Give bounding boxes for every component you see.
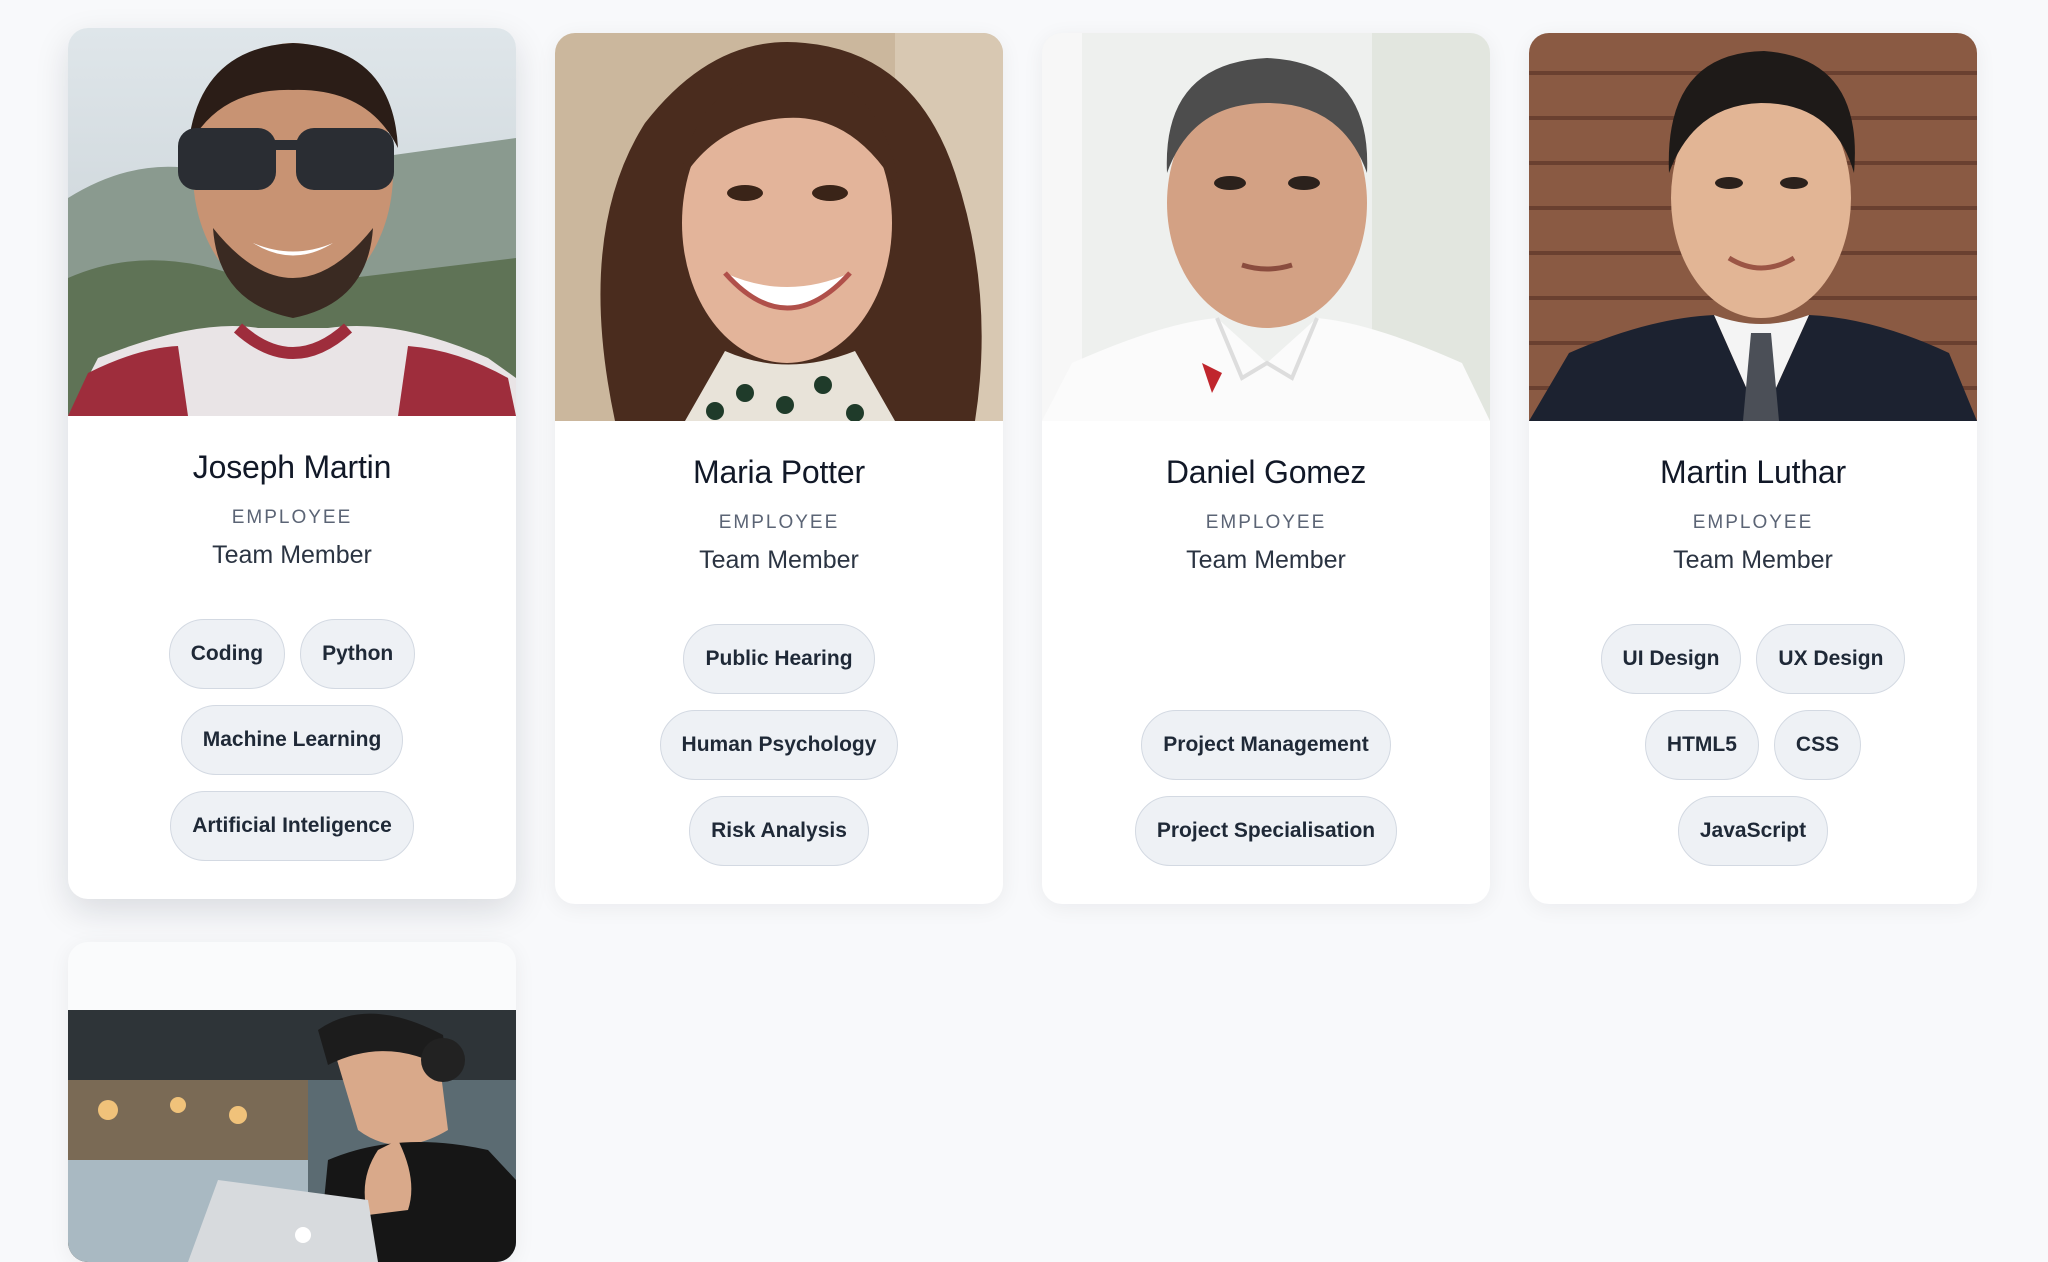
- skill-tag[interactable]: Project Management: [1141, 710, 1391, 780]
- skill-tag[interactable]: Public Hearing: [683, 624, 875, 694]
- member-role: EMPLOYEE: [1692, 512, 1814, 533]
- tag-row: Coding Python: [68, 619, 516, 691]
- profile-photo: [68, 1010, 516, 1262]
- skill-tag[interactable]: CSS: [1773, 710, 1862, 780]
- tag-row: Public Hearing: [555, 624, 1003, 696]
- member-title: Team Member: [1673, 546, 1833, 574]
- profile-photo: [555, 33, 1003, 421]
- skill-tags: Coding Python Machine Learning Artificia…: [68, 619, 516, 877]
- skill-tag[interactable]: Risk Analysis: [689, 796, 869, 866]
- profile-photo: [1529, 33, 1977, 421]
- tag-row: Risk Analysis: [555, 796, 1003, 868]
- member-name: Maria Potter: [693, 454, 865, 490]
- profile-photo: [68, 28, 516, 416]
- member-name: Daniel Gomez: [1165, 454, 1367, 490]
- tag-row: Human Psychology: [555, 710, 1003, 782]
- member-title: Team Member: [212, 541, 372, 569]
- team-card[interactable]: [68, 942, 516, 1262]
- member-name: Joseph Martin: [192, 449, 392, 485]
- tag-row: Project Specialisation: [1042, 796, 1490, 868]
- member-role: EMPLOYEE: [1205, 512, 1327, 533]
- skill-tag[interactable]: Artificial Inteligence: [170, 791, 414, 861]
- skill-tag[interactable]: Machine Learning: [180, 705, 404, 775]
- skill-tags: Project Management Project Specialisatio…: [1042, 710, 1490, 882]
- skill-tag[interactable]: Human Psychology: [659, 710, 899, 780]
- team-card[interactable]: Daniel Gomez EMPLOYEE Team Member Projec…: [1042, 33, 1490, 904]
- skill-tag[interactable]: Python: [300, 619, 416, 689]
- member-role: EMPLOYEE: [231, 507, 353, 528]
- member-title: Team Member: [699, 546, 859, 574]
- tag-row: Machine Learning: [68, 705, 516, 777]
- skill-tag[interactable]: HTML5: [1644, 710, 1759, 780]
- team-card[interactable]: Martin Luthar EMPLOYEE Team Member UI De…: [1529, 33, 1977, 904]
- skill-tag[interactable]: JavaScript: [1677, 796, 1829, 866]
- tag-row: Artificial Inteligence: [68, 791, 516, 863]
- team-card[interactable]: Maria Potter EMPLOYEE Team Member Public…: [555, 33, 1003, 904]
- member-name: Martin Luthar: [1660, 454, 1846, 490]
- tag-row: UI Design UX Design: [1529, 624, 1977, 696]
- skill-tag[interactable]: Coding: [168, 619, 286, 689]
- team-card[interactable]: Joseph Martin EMPLOYEE Team Member Codin…: [68, 28, 516, 899]
- profile-photo: [1042, 33, 1490, 421]
- tag-row: Project Management: [1042, 710, 1490, 782]
- skill-tags: Public Hearing Human Psychology Risk Ana…: [555, 624, 1003, 882]
- skill-tag[interactable]: UI Design: [1600, 624, 1742, 694]
- skill-tags: UI Design UX Design HTML5 CSS JavaScript: [1529, 624, 1977, 882]
- tag-row: HTML5 CSS: [1529, 710, 1977, 782]
- skill-tag[interactable]: UX Design: [1756, 624, 1906, 694]
- member-title: Team Member: [1186, 546, 1346, 574]
- tag-row: JavaScript: [1529, 796, 1977, 868]
- skill-tag[interactable]: Project Specialisation: [1134, 796, 1398, 866]
- member-role: EMPLOYEE: [718, 512, 840, 533]
